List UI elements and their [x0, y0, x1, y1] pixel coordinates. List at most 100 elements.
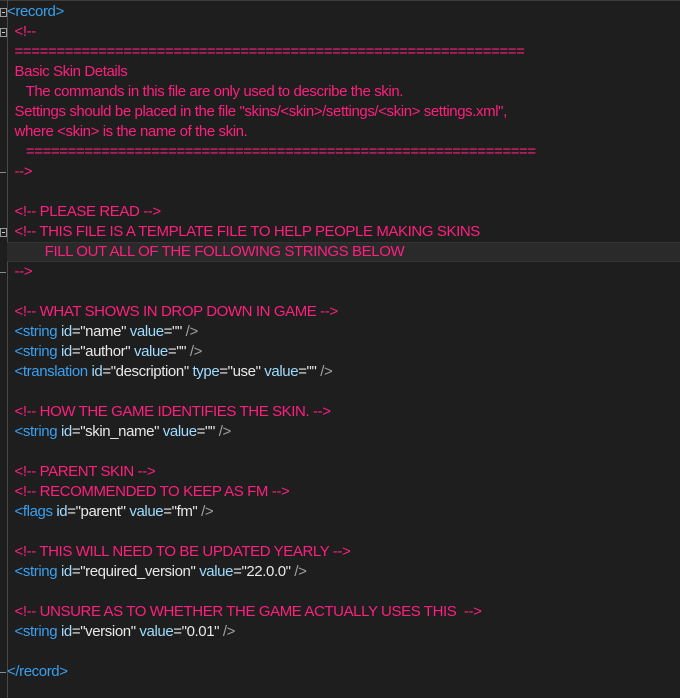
code-line-21[interactable]: <!-- HOW THE GAME IDENTIFIES THE SKIN. -… [7, 402, 680, 422]
code-line-11[interactable]: <!-- PLEASE READ --> [7, 202, 680, 222]
comment-text: ========================================… [14, 143, 536, 160]
equals-sign: = [163, 503, 172, 520]
equals-sign: = [71, 323, 81, 340]
code-line-28[interactable]: <!-- THIS WILL NEED TO BE UPDATED YEARLY… [7, 542, 680, 562]
tag-name: <string [14, 323, 58, 340]
record-close-tag: </record> [7, 663, 68, 680]
comment-text: The commands in this file are only used … [14, 83, 404, 100]
attr-name: value [162, 423, 197, 440]
attr-name: id [60, 623, 72, 640]
equals-sign: = [196, 423, 206, 440]
attr-value: "" [306, 363, 317, 380]
comment-text: --> [14, 163, 33, 180]
attr-name: id [60, 343, 72, 360]
code-line-22[interactable]: <string id="skin_name" value="" /> [7, 422, 680, 442]
code-line-26[interactable]: <flags id="parent" value="fm" /> [7, 502, 680, 522]
attr-value: "required_version" [80, 563, 196, 580]
comment-text: <!-- THIS FILE IS A TEMPLATE FILE TO HEL… [14, 223, 481, 240]
equals-sign: = [298, 363, 307, 380]
tag-close: /> [218, 423, 232, 440]
code-line-1[interactable]: <record> [7, 2, 680, 22]
code-line-18[interactable]: <string id="author" value="" /> [7, 342, 680, 362]
comment-text: --> [14, 263, 33, 280]
attr-value: "fm" [171, 503, 198, 520]
tag-close: /> [222, 623, 236, 640]
tag-close: /> [320, 363, 333, 380]
tag-close: /> [294, 563, 307, 580]
fold-end-marker [0, 272, 6, 273]
attr-name: type [192, 363, 220, 380]
attr-value: "version" [80, 623, 136, 640]
attr-value: "parent" [75, 503, 126, 520]
comment-text: Settings should be placed in the file "s… [14, 103, 508, 120]
code-editor[interactable]: <record> <!-- ==========================… [0, 0, 680, 698]
equals-sign: = [163, 323, 173, 340]
attr-name: value [264, 363, 299, 380]
fold-toggle-comment-icon[interactable] [0, 28, 7, 37]
comment-text: <!-- HOW THE GAME IDENTIFIES THE SKIN. -… [14, 403, 331, 420]
code-line-24[interactable]: <!-- PARENT SKIN --> [7, 462, 680, 482]
code-line-8[interactable]: ========================================… [7, 142, 680, 162]
code-line-3[interactable]: ========================================… [7, 42, 680, 62]
code-line-12[interactable]: <!-- THIS FILE IS A TEMPLATE FILE TO HEL… [7, 222, 680, 242]
code-line-32[interactable]: <string id="version" value="0.01" /> [7, 622, 680, 642]
tag-name: <string [14, 423, 58, 440]
attr-name: value [199, 563, 234, 580]
code-line-16[interactable]: <!-- WHAT SHOWS IN DROP DOWN IN GAME --> [7, 302, 680, 322]
comment-text: <!-- WHAT SHOWS IN DROP DOWN IN GAME --> [14, 303, 339, 320]
code-line-5[interactable]: The commands in this file are only used … [7, 82, 680, 102]
attr-name: value [139, 623, 174, 640]
equals-sign: = [67, 503, 76, 520]
attr-value: "description" [110, 363, 189, 380]
comment-text: <!-- UNSURE AS TO WHETHER THE GAME ACTUA… [14, 603, 482, 620]
comment-text: Basic Skin Details [14, 63, 128, 80]
attr-value: "author" [80, 343, 131, 360]
code-line-17[interactable]: <string id="name" value="" /> [7, 322, 680, 342]
comment-text: <!-- PLEASE READ --> [14, 203, 162, 220]
code-line-13-current[interactable]: FILL OUT ALL OF THE FOLLOWING STRINGS BE… [7, 242, 680, 262]
equals-sign: = [71, 623, 81, 640]
equals-sign: = [167, 343, 177, 360]
equals-sign: = [173, 623, 182, 640]
attr-value: "skin_name" [80, 423, 160, 440]
comment-text: ========================================… [14, 43, 525, 60]
code-line-19[interactable]: <translation id="description" type="use"… [7, 362, 680, 382]
equals-sign: = [71, 343, 81, 360]
code-line-2[interactable]: <!-- [7, 22, 680, 42]
equals-sign: = [71, 423, 81, 440]
comment-text: FILL OUT ALL OF THE FOLLOWING STRINGS BE… [14, 243, 405, 260]
code-line-25[interactable]: <!-- RECOMMENDED TO KEEP AS FM --> [7, 482, 680, 502]
code-line-14[interactable]: --> [7, 262, 680, 282]
attr-value: "" [205, 423, 215, 440]
comment-text: <!-- [14, 23, 37, 40]
equals-sign: = [102, 363, 111, 380]
tag-name: <string [14, 623, 58, 640]
attr-value: "use" [227, 363, 261, 380]
attr-name: id [56, 503, 68, 520]
attr-name: value [129, 323, 164, 340]
attr-value: "0.01" [181, 623, 220, 640]
record-open-tag: <record> [7, 3, 64, 20]
comment-text: <!-- PARENT SKIN --> [14, 463, 156, 480]
tag-name: <flags [14, 503, 53, 520]
code-line-7[interactable]: where <skin> is the name of the skin. [7, 122, 680, 142]
equals-sign: = [219, 363, 228, 380]
tag-close: /> [189, 343, 203, 360]
code-line-6[interactable]: Settings should be placed in the file "s… [7, 102, 680, 122]
code-line-4[interactable]: Basic Skin Details [7, 62, 680, 82]
code-line-34[interactable]: </record> [7, 662, 680, 682]
attr-value: "" [172, 323, 182, 340]
attr-name: id [60, 563, 72, 580]
code-line-9[interactable]: --> [7, 162, 680, 182]
comment-text: <!-- RECOMMENDED TO KEEP AS FM --> [14, 483, 290, 500]
attr-value: "name" [80, 323, 126, 340]
equals-sign: = [71, 563, 81, 580]
code-line-31[interactable]: <!-- UNSURE AS TO WHETHER THE GAME ACTUA… [7, 602, 680, 622]
tag-close: /> [201, 503, 214, 520]
fold-toggle-comment-icon[interactable] [0, 228, 7, 237]
code-line-29[interactable]: <string id="required_version" value="22.… [7, 562, 680, 582]
tag-close: /> [185, 323, 199, 340]
fold-toggle-record-icon[interactable] [0, 8, 7, 17]
tag-name: <translation [14, 363, 89, 380]
fold-end-marker [0, 172, 6, 173]
